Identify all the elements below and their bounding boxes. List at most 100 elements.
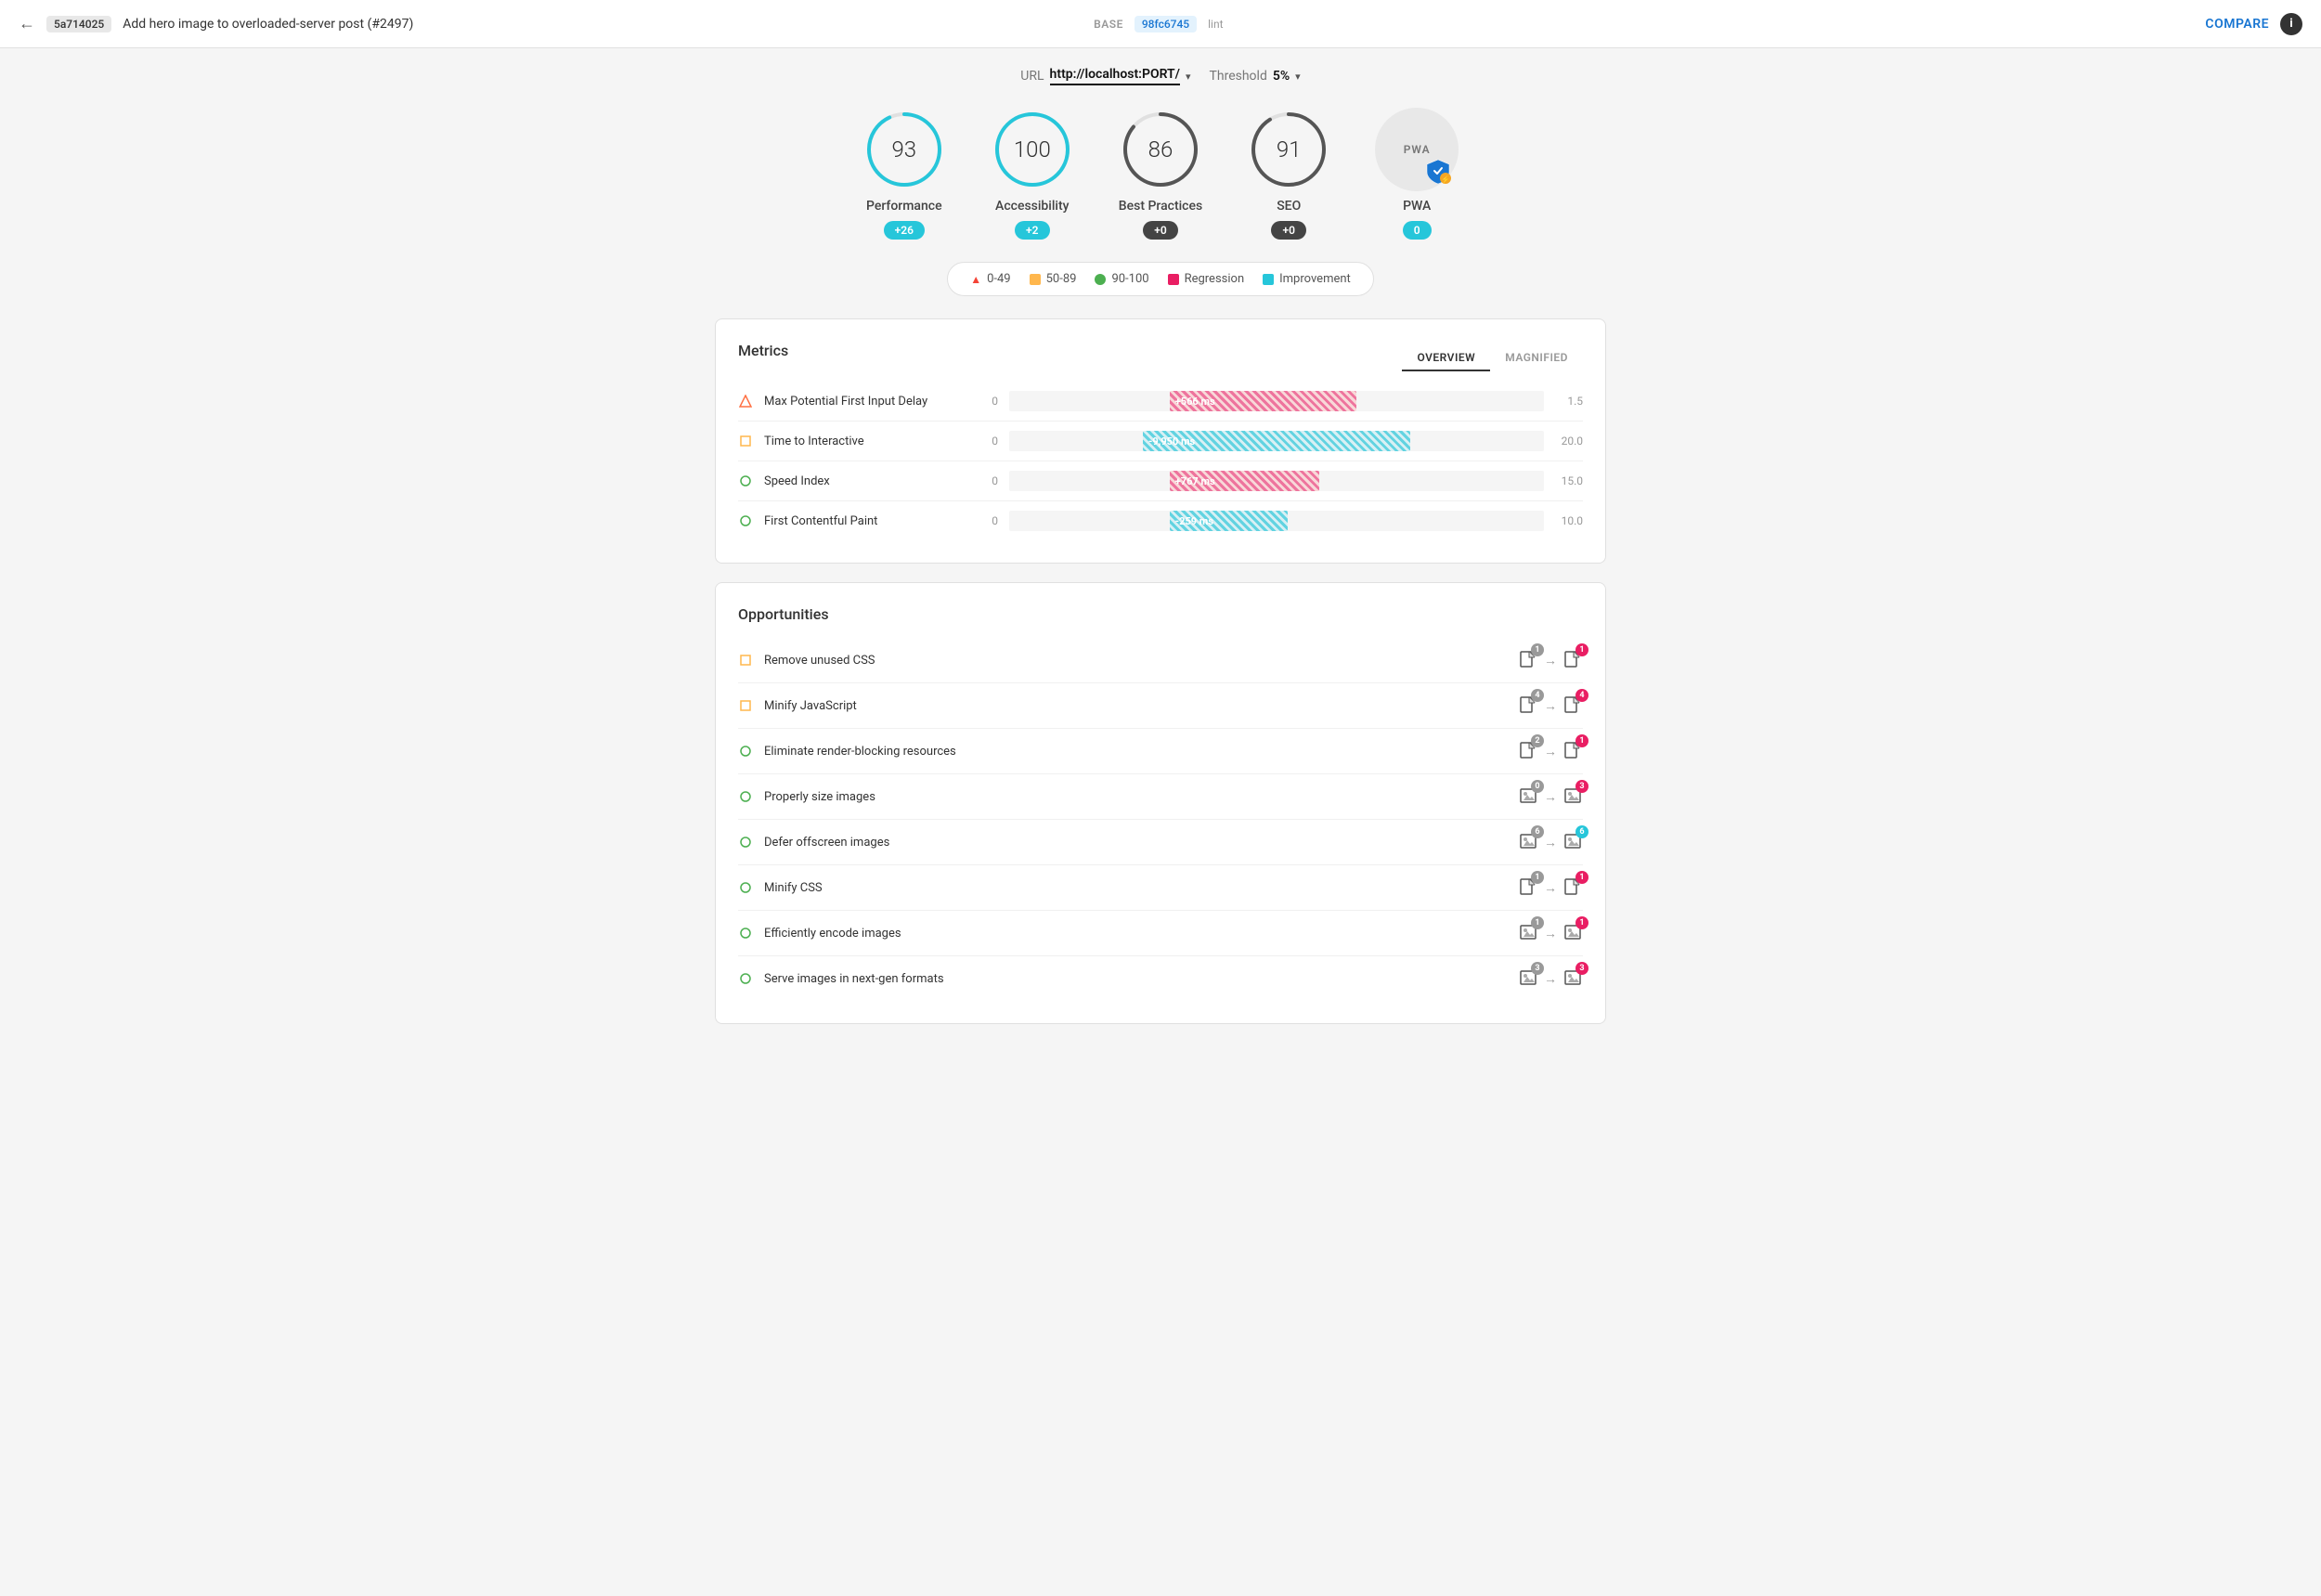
minify-css-arrow-icon: →: [1544, 880, 1557, 896]
encode-images-compare-file-icon[interactable]: 1: [1562, 922, 1583, 944]
defer-offscreen-compare-file-icon[interactable]: 6: [1562, 831, 1583, 853]
back-button[interactable]: ←: [19, 14, 35, 33]
legend-90-100-label: 90-100: [1111, 272, 1148, 286]
triangle-icon: ▲: [970, 273, 981, 286]
si-zero: 0: [979, 474, 998, 487]
unused-css-actions: 1 → 1: [1518, 649, 1583, 671]
legend-50-89-label: 50-89: [1046, 272, 1077, 286]
render-blocking-icon: [738, 744, 753, 759]
metric-row-tti: Time to Interactive 0 -9,950 ms 20.0: [738, 422, 1583, 461]
base-label: BASE: [1094, 18, 1123, 31]
score-best-practices: 86 Best Practices +0: [1119, 108, 1202, 240]
opportunities-title: Opportunities: [738, 605, 1583, 623]
defer-offscreen-base-badge: 6: [1531, 825, 1544, 838]
tab-overview[interactable]: OVERVIEW: [1402, 345, 1490, 371]
pwa-circle: PWA ⚡: [1375, 108, 1459, 191]
tti-score: 20.0: [1555, 435, 1583, 448]
minify-css-base-file-icon[interactable]: 1: [1518, 876, 1538, 899]
opportunities-card: Opportunities Remove unused CSS 1 → 1: [715, 582, 1606, 1024]
opp-row-minify-js: Minify JavaScript 4 → 4: [738, 683, 1583, 729]
minify-js-base-file-icon[interactable]: 4: [1518, 694, 1538, 717]
render-blocking-base-file-icon[interactable]: 2: [1518, 740, 1538, 762]
encode-images-base-file-icon[interactable]: 1: [1518, 922, 1538, 944]
unused-css-compare-file-icon[interactable]: 1: [1562, 649, 1583, 671]
square-orange-icon: [1030, 274, 1041, 285]
fcp-bar-label: -259 ms: [1175, 515, 1213, 527]
next-gen-compare-file-icon[interactable]: 3: [1562, 967, 1583, 990]
seo-label: SEO: [1277, 199, 1301, 214]
minify-js-icon: [738, 698, 753, 713]
scores-row: 93 Performance +26 100 Accessibility +2: [715, 108, 1606, 240]
render-blocking-compare-badge: 1: [1575, 734, 1588, 747]
threshold-label: Threshold: [1210, 69, 1267, 84]
minify-css-compare-file-icon[interactable]: 1: [1562, 876, 1583, 899]
render-blocking-compare-file-icon[interactable]: 1: [1562, 740, 1583, 762]
seo-badge: +0: [1271, 221, 1305, 240]
legend-improvement-label: Improvement: [1279, 272, 1351, 286]
minify-js-base-badge: 4: [1531, 689, 1544, 702]
pwa-badge: 0: [1403, 221, 1432, 240]
unused-css-name: Remove unused CSS: [764, 654, 1507, 668]
pwa-shield-icon: ⚡: [1425, 158, 1451, 184]
info-icon[interactable]: i: [2280, 13, 2302, 35]
compare-commit-badge: 98fc6745: [1135, 16, 1197, 32]
square-red-icon: [1168, 274, 1179, 285]
properly-size-actions: 0 → 3: [1518, 785, 1583, 808]
defer-offscreen-base-file-icon[interactable]: 6: [1518, 831, 1538, 853]
metrics-tabs: OVERVIEW MAGNIFIED: [1402, 345, 1583, 371]
unused-css-base-badge: 1: [1531, 643, 1544, 656]
minify-css-icon: [738, 880, 753, 895]
minify-css-base-badge: 1: [1531, 871, 1544, 884]
next-gen-name: Serve images in next-gen formats: [764, 972, 1507, 986]
tti-bar: -9,950 ms: [1009, 431, 1544, 451]
fid-score: 1.5: [1555, 395, 1583, 408]
minify-js-compare-file-icon[interactable]: 4: [1562, 694, 1583, 717]
accessibility-circle: 100: [991, 108, 1074, 191]
metric-row-si: Speed Index 0 +767 ms 15.0: [738, 461, 1583, 501]
minify-js-name: Minify JavaScript: [764, 699, 1507, 713]
best-practices-circle: 86: [1119, 108, 1202, 191]
next-gen-arrow-icon: →: [1544, 971, 1557, 987]
threshold-selector[interactable]: Threshold 5% ▾: [1210, 69, 1301, 84]
pwa-label: PWA: [1403, 199, 1431, 214]
tab-magnified[interactable]: MAGNIFIED: [1490, 345, 1583, 371]
minify-js-arrow-icon: →: [1544, 698, 1557, 714]
unused-css-arrow-icon: →: [1544, 653, 1557, 668]
si-name: Speed Index: [764, 474, 968, 488]
encode-images-icon: [738, 926, 753, 941]
unused-css-compare-badge: 1: [1575, 643, 1588, 656]
metrics-header: Metrics OVERVIEW MAGNIFIED: [738, 342, 1583, 374]
unused-css-base-file-icon[interactable]: 1: [1518, 649, 1538, 671]
metric-row-fid: Max Potential First Input Delay 0 +566 m…: [738, 382, 1583, 422]
url-label: URL: [1020, 69, 1044, 84]
minify-js-compare-badge: 4: [1575, 689, 1588, 702]
unused-css-icon: [738, 653, 753, 668]
seo-score: 91: [1277, 136, 1302, 162]
opp-row-encode-images: Efficiently encode images 1 → 1: [738, 911, 1583, 956]
score-pwa: PWA ⚡ PWA 0: [1375, 108, 1459, 240]
tti-icon: [738, 434, 753, 448]
url-chevron-icon: ▾: [1186, 71, 1191, 83]
tti-bar-label: -9,950 ms: [1148, 435, 1195, 448]
next-gen-compare-badge: 3: [1575, 962, 1588, 975]
score-performance: 93 Performance +26: [862, 108, 946, 240]
fid-name: Max Potential First Input Delay: [764, 395, 968, 409]
threshold-chevron-icon: ▾: [1295, 71, 1301, 83]
next-gen-base-file-icon[interactable]: 3: [1518, 967, 1538, 990]
url-selector[interactable]: URL http://localhost:PORT/ ▾: [1020, 67, 1190, 85]
compare-button[interactable]: COMPARE: [2205, 17, 2269, 32]
legend-improvement: Improvement: [1263, 272, 1351, 286]
best-practices-label: Best Practices: [1119, 199, 1202, 214]
opp-row-next-gen: Serve images in next-gen formats 3 → 3: [738, 956, 1583, 1001]
properly-size-base-file-icon[interactable]: 0: [1518, 785, 1538, 808]
properly-size-icon: [738, 789, 753, 804]
encode-images-arrow-icon: →: [1544, 926, 1557, 941]
properly-size-compare-file-icon[interactable]: 3: [1562, 785, 1583, 808]
performance-badge: +26: [884, 221, 925, 240]
metric-row-fcp: First Contentful Paint 0 -259 ms 10.0: [738, 501, 1583, 540]
legend-regression-label: Regression: [1185, 272, 1245, 286]
minify-css-actions: 1 → 1: [1518, 876, 1583, 899]
base-commit-badge: 5a714025: [46, 16, 111, 32]
score-accessibility: 100 Accessibility +2: [991, 108, 1074, 240]
tti-name: Time to Interactive: [764, 435, 968, 448]
